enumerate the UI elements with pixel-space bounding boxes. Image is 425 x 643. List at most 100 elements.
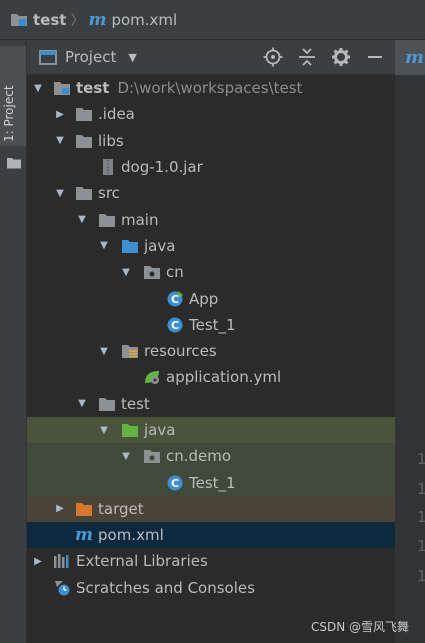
tree-item-test1-main[interactable]: C Test_1	[27, 312, 395, 338]
tree-item-app-label: App	[189, 289, 219, 308]
chevron-right-icon[interactable]: ▶	[53, 502, 67, 516]
class-icon: C	[167, 475, 183, 491]
tree-item-test1-test-label: Test_1	[189, 473, 236, 492]
breadcrumb-project[interactable]: test	[10, 11, 66, 29]
tree-item-application-yml[interactable]: application.yml	[27, 364, 395, 390]
tree-item-test1-test[interactable]: C Test_1	[27, 469, 395, 496]
tree-item-test-java-label: java	[144, 421, 176, 439]
tree-item-scratches-label: Scratches and Consoles	[76, 578, 255, 597]
tree-item-test1-main-label: Test_1	[189, 315, 236, 334]
tree-item-test-dir-label: test	[121, 394, 150, 413]
breadcrumb-file[interactable]: m pom.xml	[88, 10, 177, 30]
tree-item-root-label: test	[76, 79, 110, 98]
tree-item-idea[interactable]: ▶ .idea	[27, 101, 395, 127]
folder-icon	[76, 187, 92, 201]
tree-item-dog-jar-label: dog-1.0.jar	[121, 158, 203, 177]
line-number: 1	[417, 480, 425, 498]
test-root-folder-icon	[122, 424, 138, 437]
chevron-down-icon[interactable]: ▼	[75, 213, 89, 227]
tree-item-dog-jar[interactable]: dog-1.0.jar	[27, 154, 395, 180]
project-window-icon	[39, 49, 57, 65]
chevron-right-icon[interactable]: ▶	[31, 554, 45, 568]
svg-text:C: C	[171, 293, 179, 306]
tree-item-target-label: target	[98, 499, 144, 518]
tree-item-test-java[interactable]: ▼ java	[27, 416, 395, 444]
folder-icon	[99, 213, 115, 227]
tree-item-libs[interactable]: ▼ libs	[27, 128, 395, 154]
spring-config-icon	[145, 371, 159, 385]
libraries-icon	[54, 554, 69, 569]
scratches-icon	[55, 580, 70, 596]
tree-item-cn-demo[interactable]: ▼ cn.demo	[27, 443, 395, 470]
tree-item-idea-label: .idea	[98, 105, 135, 124]
chevron-down-icon[interactable]: ▼	[119, 449, 133, 463]
tree-item-main-java-label: java	[144, 236, 176, 255]
svg-text:C: C	[171, 319, 179, 332]
tree-item-external-libraries-label: External Libraries	[76, 552, 208, 571]
navigation-bar: test 〉 m pom.xml	[0, 0, 425, 40]
tree-item-pom[interactable]: m pom.xml	[27, 522, 395, 549]
tree-item-scratches[interactable]: Scratches and Consoles	[27, 575, 395, 601]
tree-item-resources[interactable]: ▼ resources	[27, 338, 395, 364]
folder-icon	[76, 108, 92, 122]
tree-item-cn[interactable]: ▼ cn	[27, 259, 395, 285]
tree-item-cn-demo-label: cn.demo	[166, 447, 232, 466]
maven-icon: m	[75, 525, 93, 546]
source-root-folder-icon	[122, 239, 138, 253]
tree-item-root[interactable]: ▼ test D:\work\workspaces\test	[27, 75, 395, 101]
folder-icon	[11, 14, 27, 26]
tree-item-target[interactable]: ▶ target	[27, 495, 395, 523]
class-icon: C	[167, 317, 183, 333]
tree-item-external-libraries[interactable]: ▶ External Libraries	[27, 548, 395, 574]
tree-item-src[interactable]: ▼ src	[27, 180, 395, 206]
folder-icon[interactable]	[7, 157, 21, 169]
project-tree: ▼ test D:\work\workspaces\test ▶ .idea ▼ …	[27, 75, 395, 601]
chevron-down-icon[interactable]: ▼	[119, 265, 133, 279]
chevron-down-icon: ▼	[128, 50, 137, 64]
chevron-down-icon[interactable]: ▼	[97, 423, 111, 437]
chevron-down-icon[interactable]: ▼	[31, 81, 45, 95]
line-number: 1	[417, 567, 425, 585]
chevron-down-icon[interactable]: ▼	[53, 186, 67, 200]
tree-item-app[interactable]: C App	[27, 285, 395, 311]
chevron-right-icon[interactable]: ▶	[53, 107, 67, 121]
chevron-down-icon[interactable]: ▼	[75, 397, 89, 411]
resources-folder-icon	[122, 345, 138, 359]
tree-item-src-label: src	[98, 184, 120, 203]
breadcrumb-separator: 〉	[70, 12, 85, 29]
chevron-down-icon[interactable]: ▼	[53, 134, 67, 148]
tree-item-main[interactable]: ▼ main	[27, 206, 395, 232]
tree-item-main-label: main	[121, 210, 159, 229]
folder-icon	[76, 134, 92, 148]
hide-icon[interactable]	[365, 47, 385, 67]
line-number: 1	[417, 537, 425, 555]
collapse-all-icon[interactable]	[297, 47, 317, 67]
project-view-selector[interactable]: Project ▼	[39, 48, 137, 66]
package-icon	[144, 266, 160, 280]
chevron-down-icon[interactable]: ▼	[97, 344, 111, 358]
maven-icon: m	[88, 9, 107, 30]
tree-item-application-yml-label: application.yml	[166, 368, 282, 387]
editor-tab[interactable]: m	[395, 40, 425, 75]
breadcrumb-file-label: pom.xml	[111, 10, 178, 29]
tree-item-pom-label: pom.xml	[98, 526, 164, 545]
tree-item-main-java[interactable]: ▼ java	[27, 233, 395, 259]
gear-icon[interactable]	[331, 47, 351, 67]
editor-area: m 1 1 1 1 1	[395, 40, 425, 643]
package-icon	[144, 450, 160, 464]
project-tool-tab[interactable]: 1: Project	[0, 46, 26, 146]
tree-item-resources-label: resources	[144, 342, 217, 361]
locate-icon[interactable]	[263, 47, 283, 67]
tree-item-cn-label: cn	[166, 263, 184, 282]
jar-icon	[103, 159, 113, 176]
folder-icon	[99, 397, 115, 411]
project-panel-header: Project ▼	[27, 40, 395, 75]
line-number: 1	[417, 450, 425, 468]
excluded-folder-icon	[76, 502, 92, 516]
chevron-down-icon[interactable]: ▼	[97, 239, 111, 253]
watermark: CSDN @雪风飞舞	[310, 620, 409, 634]
tree-item-test-dir[interactable]: ▼ test	[27, 391, 395, 417]
breadcrumb-project-label: test	[33, 10, 67, 29]
tree-item-libs-label: libs	[98, 131, 124, 150]
module-folder-icon	[54, 82, 70, 96]
